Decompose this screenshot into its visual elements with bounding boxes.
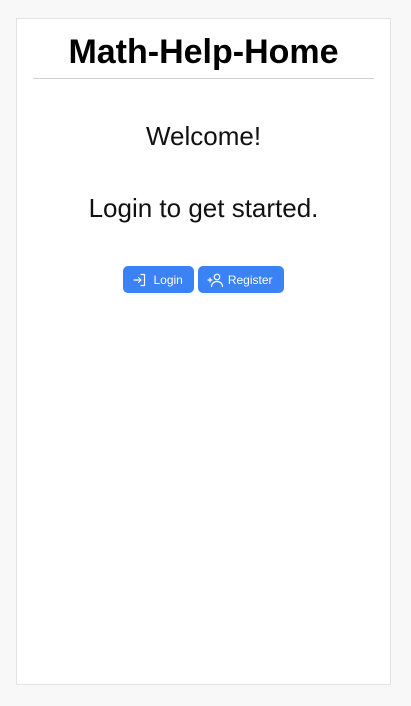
page-title: Math-Help-Home xyxy=(68,33,339,71)
login-button-label: Login xyxy=(153,272,183,287)
login-icon xyxy=(132,272,148,288)
title-divider xyxy=(33,78,374,79)
user-plus-icon xyxy=(207,272,223,288)
main-card: Math-Help-Home Welcome! Login to get sta… xyxy=(16,18,391,685)
register-button-label: Register xyxy=(227,272,273,287)
auth-actions: Login Register xyxy=(17,266,390,293)
register-button[interactable]: Register xyxy=(197,266,284,293)
welcome-text: Welcome! xyxy=(145,121,262,151)
login-button[interactable]: Login xyxy=(123,266,194,293)
login-prompt-text: Login to get started. xyxy=(88,193,319,223)
